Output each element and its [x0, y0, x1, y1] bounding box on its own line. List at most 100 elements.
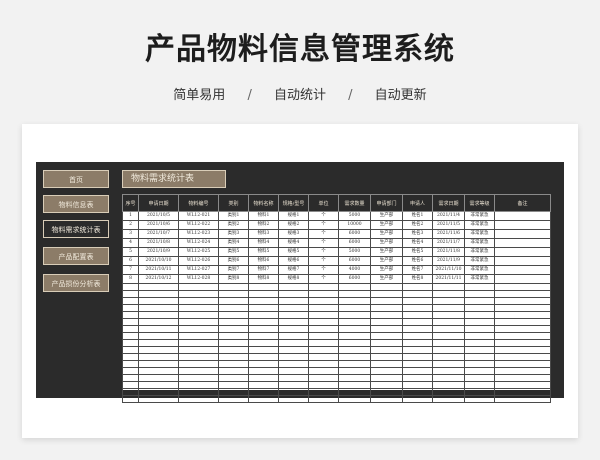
- table-cell[interactable]: [432, 346, 465, 354]
- table-cell[interactable]: [218, 283, 249, 291]
- table-cell[interactable]: 规格7: [278, 265, 309, 275]
- table-cell[interactable]: [338, 367, 371, 375]
- table-cell[interactable]: [178, 318, 219, 326]
- table-cell[interactable]: [278, 360, 309, 368]
- table-cell[interactable]: [494, 220, 551, 230]
- table-cell[interactable]: [138, 318, 179, 326]
- table-cell[interactable]: [122, 283, 139, 291]
- nav-button-home[interactable]: 首页: [43, 170, 109, 188]
- table-cell[interactable]: [432, 353, 465, 361]
- table-cell[interactable]: WL12-023: [178, 229, 219, 239]
- table-cell[interactable]: [402, 367, 433, 375]
- table-cell[interactable]: 个: [308, 265, 339, 275]
- table-cell[interactable]: [278, 311, 309, 319]
- table-cell[interactable]: [248, 388, 279, 396]
- table-cell[interactable]: [464, 290, 495, 298]
- table-cell[interactable]: [278, 325, 309, 333]
- table-cell[interactable]: [218, 346, 249, 354]
- table-cell[interactable]: [138, 325, 179, 333]
- table-cell[interactable]: [464, 311, 495, 319]
- table-cell[interactable]: [402, 388, 433, 396]
- table-cell[interactable]: [494, 247, 551, 257]
- table-cell[interactable]: [464, 325, 495, 333]
- table-cell[interactable]: 类别2: [218, 220, 249, 230]
- table-cell[interactable]: [178, 283, 219, 291]
- table-cell[interactable]: [122, 325, 139, 333]
- table-cell[interactable]: [218, 395, 249, 403]
- table-cell[interactable]: 类别8: [218, 274, 249, 284]
- table-cell[interactable]: 6000: [338, 238, 371, 248]
- table-cell[interactable]: 3: [122, 229, 139, 239]
- table-cell[interactable]: [218, 332, 249, 340]
- table-cell[interactable]: 规格5: [278, 247, 309, 257]
- table-cell[interactable]: [464, 395, 495, 403]
- table-cell[interactable]: 规格8: [278, 274, 309, 284]
- table-cell[interactable]: [218, 325, 249, 333]
- table-cell[interactable]: [218, 297, 249, 305]
- table-cell[interactable]: [248, 304, 279, 312]
- table-cell[interactable]: 非常紧急: [464, 247, 495, 257]
- table-cell[interactable]: [464, 332, 495, 340]
- table-cell[interactable]: [338, 283, 371, 291]
- table-cell[interactable]: [464, 283, 495, 291]
- table-cell[interactable]: [338, 381, 371, 389]
- table-cell[interactable]: [308, 346, 339, 354]
- table-cell[interactable]: 物料7: [248, 265, 279, 275]
- table-cell[interactable]: [248, 346, 279, 354]
- table-cell[interactable]: WL12-021: [178, 211, 219, 221]
- table-cell[interactable]: 2021/11/7: [432, 238, 465, 248]
- table-cell[interactable]: [464, 367, 495, 375]
- table-cell[interactable]: [402, 381, 433, 389]
- table-cell[interactable]: [432, 304, 465, 312]
- table-cell[interactable]: 生产部: [370, 247, 403, 257]
- table-cell[interactable]: 物料5: [248, 247, 279, 257]
- table-cell[interactable]: [370, 325, 403, 333]
- table-cell[interactable]: [122, 297, 139, 305]
- table-cell[interactable]: [248, 339, 279, 347]
- table-cell[interactable]: [494, 256, 551, 266]
- table-cell[interactable]: WL12-028: [178, 274, 219, 284]
- table-cell[interactable]: [122, 346, 139, 354]
- table-cell[interactable]: 2: [122, 220, 139, 230]
- table-cell[interactable]: 姓名7: [402, 265, 433, 275]
- table-cell[interactable]: [278, 339, 309, 347]
- table-cell[interactable]: 个: [308, 238, 339, 248]
- table-cell[interactable]: [178, 325, 219, 333]
- table-cell[interactable]: 类别3: [218, 229, 249, 239]
- table-cell[interactable]: [464, 346, 495, 354]
- table-cell[interactable]: 5000: [338, 211, 371, 221]
- table-cell[interactable]: [138, 388, 179, 396]
- table-cell[interactable]: [218, 360, 249, 368]
- table-cell[interactable]: 个: [308, 256, 339, 266]
- table-cell[interactable]: [308, 339, 339, 347]
- table-cell[interactable]: [338, 374, 371, 382]
- table-cell[interactable]: 6000: [338, 274, 371, 284]
- table-cell[interactable]: 2021/11/4: [432, 211, 465, 221]
- table-cell[interactable]: 规格6: [278, 256, 309, 266]
- table-cell[interactable]: [494, 311, 551, 319]
- table-cell[interactable]: [248, 332, 279, 340]
- table-cell[interactable]: [138, 353, 179, 361]
- table-cell[interactable]: [278, 353, 309, 361]
- table-cell[interactable]: [248, 311, 279, 319]
- table-cell[interactable]: 非常紧急: [464, 229, 495, 239]
- table-cell[interactable]: WL12-022: [178, 220, 219, 230]
- table-cell[interactable]: 非常紧急: [464, 265, 495, 275]
- table-cell[interactable]: [308, 318, 339, 326]
- table-cell[interactable]: [308, 381, 339, 389]
- table-cell[interactable]: 非常紧急: [464, 211, 495, 221]
- table-cell[interactable]: [308, 367, 339, 375]
- table-cell[interactable]: 类别5: [218, 247, 249, 257]
- table-cell[interactable]: [308, 332, 339, 340]
- table-cell[interactable]: [138, 374, 179, 382]
- table-cell[interactable]: WL12-026: [178, 256, 219, 266]
- table-cell[interactable]: 生产部: [370, 229, 403, 239]
- table-cell[interactable]: [338, 339, 371, 347]
- table-cell[interactable]: [308, 360, 339, 368]
- table-cell[interactable]: [402, 304, 433, 312]
- table-cell[interactable]: [278, 346, 309, 354]
- table-cell[interactable]: 类别7: [218, 265, 249, 275]
- table-cell[interactable]: [248, 374, 279, 382]
- table-cell[interactable]: [122, 388, 139, 396]
- table-cell[interactable]: 6000: [338, 256, 371, 266]
